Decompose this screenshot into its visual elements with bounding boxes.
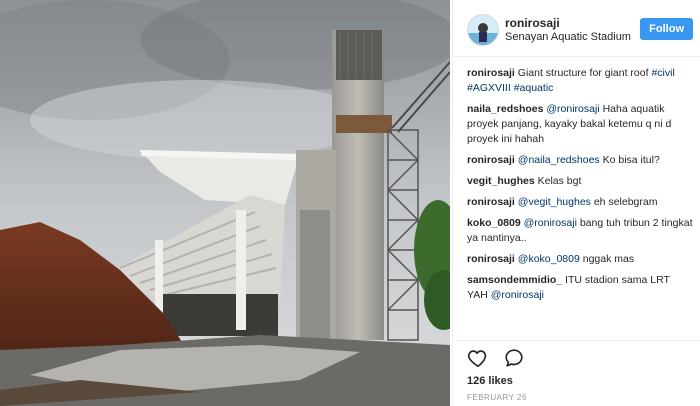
caption-text: Giant structure for giant roof [517, 67, 649, 79]
comment-item: ronirosaji @naila_redshoes Ko bisa itul? [467, 153, 693, 168]
post-sidepane: ronirosaji Senayan Aquatic Stadium Follo… [452, 0, 700, 406]
comment-username[interactable]: ronirosaji [467, 154, 515, 166]
comment-text: eh selebgram [593, 196, 658, 208]
comment-list: ronirosaji Giant structure for giant roo… [467, 66, 693, 336]
comment-username[interactable]: samsondemmidio_ [467, 274, 562, 286]
comment-text: Kelas bgt [537, 175, 582, 187]
avatar-image [468, 15, 498, 45]
comment-username[interactable]: ronirosaji [467, 253, 515, 265]
comment-username[interactable]: naila_redshoes [467, 103, 543, 115]
comment-text: Ko bisa itul? [602, 154, 660, 166]
comment-item: koko_0809 @ronirosaji bang tuh tribun 2 … [467, 216, 693, 246]
post-date: FEBRUARY 26 [467, 393, 527, 402]
comment-text: nggak mas [582, 253, 635, 265]
post-header: ronirosaji Senayan Aquatic Stadium Follo… [453, 0, 700, 57]
comment-item: ronirosaji @koko_0809 nggak mas [467, 252, 693, 267]
hashtag-link[interactable]: #AGXVIII [467, 82, 511, 94]
stadium-construction-photo [0, 0, 450, 406]
comment-item: vegit_hughes Kelas bgt [467, 174, 693, 189]
post-username[interactable]: ronirosaji [505, 16, 560, 30]
comment-mention[interactable]: @vegit_hughes [518, 196, 591, 208]
comment-mention[interactable]: @koko_0809 [518, 253, 580, 265]
comment-mention[interactable]: @ronirosaji [546, 103, 599, 115]
caption: ronirosaji Giant structure for giant roo… [467, 66, 693, 96]
post-location[interactable]: Senayan Aquatic Stadium [505, 31, 631, 43]
comment-item: samsondemmidio_ ITU stadion sama LRT YAH… [467, 273, 693, 303]
comment-bubble-icon[interactable] [503, 347, 525, 369]
hashtag-link[interactable]: #aquatic [514, 82, 554, 94]
instagram-post: ronirosaji Senayan Aquatic Stadium Follo… [0, 0, 700, 406]
action-bar [467, 347, 535, 371]
like-count[interactable]: 126 likes [467, 375, 513, 387]
heart-icon[interactable] [467, 347, 489, 369]
comment-item: ronirosaji @vegit_hughes eh selebgram [467, 195, 693, 210]
comment-mention[interactable]: @ronirosaji [491, 289, 544, 301]
comment-username[interactable]: vegit_hughes [467, 175, 535, 187]
avatar[interactable] [467, 14, 499, 46]
comment-item: naila_redshoes @ronirosaji Haha aquatik … [467, 102, 693, 147]
caption-username[interactable]: ronirosaji [467, 67, 515, 79]
post-photo[interactable] [0, 0, 450, 406]
comment-username[interactable]: koko_0809 [467, 217, 521, 229]
comment-mention[interactable]: @ronirosaji [524, 217, 577, 229]
follow-button[interactable]: Follow [640, 18, 693, 40]
comment-username[interactable]: ronirosaji [467, 196, 515, 208]
hashtag-link[interactable]: #civil [651, 67, 674, 79]
comment-mention[interactable]: @naila_redshoes [518, 154, 600, 166]
divider [453, 340, 700, 341]
